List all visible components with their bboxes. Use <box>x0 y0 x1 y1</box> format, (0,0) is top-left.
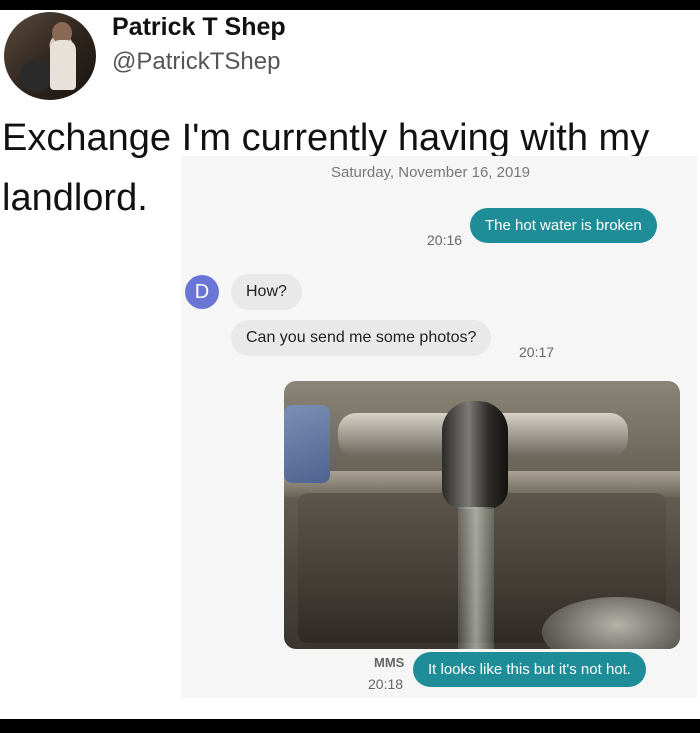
mms-label: MMS <box>374 655 405 670</box>
contact-avatar[interactable]: D <box>185 275 219 309</box>
message-time: 20:16 <box>427 232 463 248</box>
mms-photo-faucet[interactable] <box>284 381 680 649</box>
incoming-message[interactable]: How? <box>231 274 302 310</box>
conversation-date: Saturday, November 16, 2019 <box>331 164 531 181</box>
author-name[interactable]: Patrick T Shep <box>112 13 286 42</box>
profile-avatar[interactable] <box>4 12 96 100</box>
top-border <box>0 0 700 10</box>
outgoing-message[interactable]: It looks like this but it's not hot. <box>413 652 646 687</box>
author-handle[interactable]: @PatrickTShep <box>112 48 280 76</box>
running-water-shape <box>458 507 494 649</box>
sms-screenshot: Saturday, November 16, 2019 20:16 The ho… <box>181 156 697 698</box>
avatar-figure-shape <box>50 40 76 90</box>
message-time: 20:18 <box>368 676 404 692</box>
outgoing-message[interactable]: The hot water is broken <box>470 208 657 243</box>
bottom-border <box>0 719 700 733</box>
message-time: 20:17 <box>519 344 555 360</box>
faucet-spout-shape <box>442 401 508 509</box>
incoming-message[interactable]: Can you send me some photos? <box>231 320 492 356</box>
towel-shape <box>284 405 330 483</box>
